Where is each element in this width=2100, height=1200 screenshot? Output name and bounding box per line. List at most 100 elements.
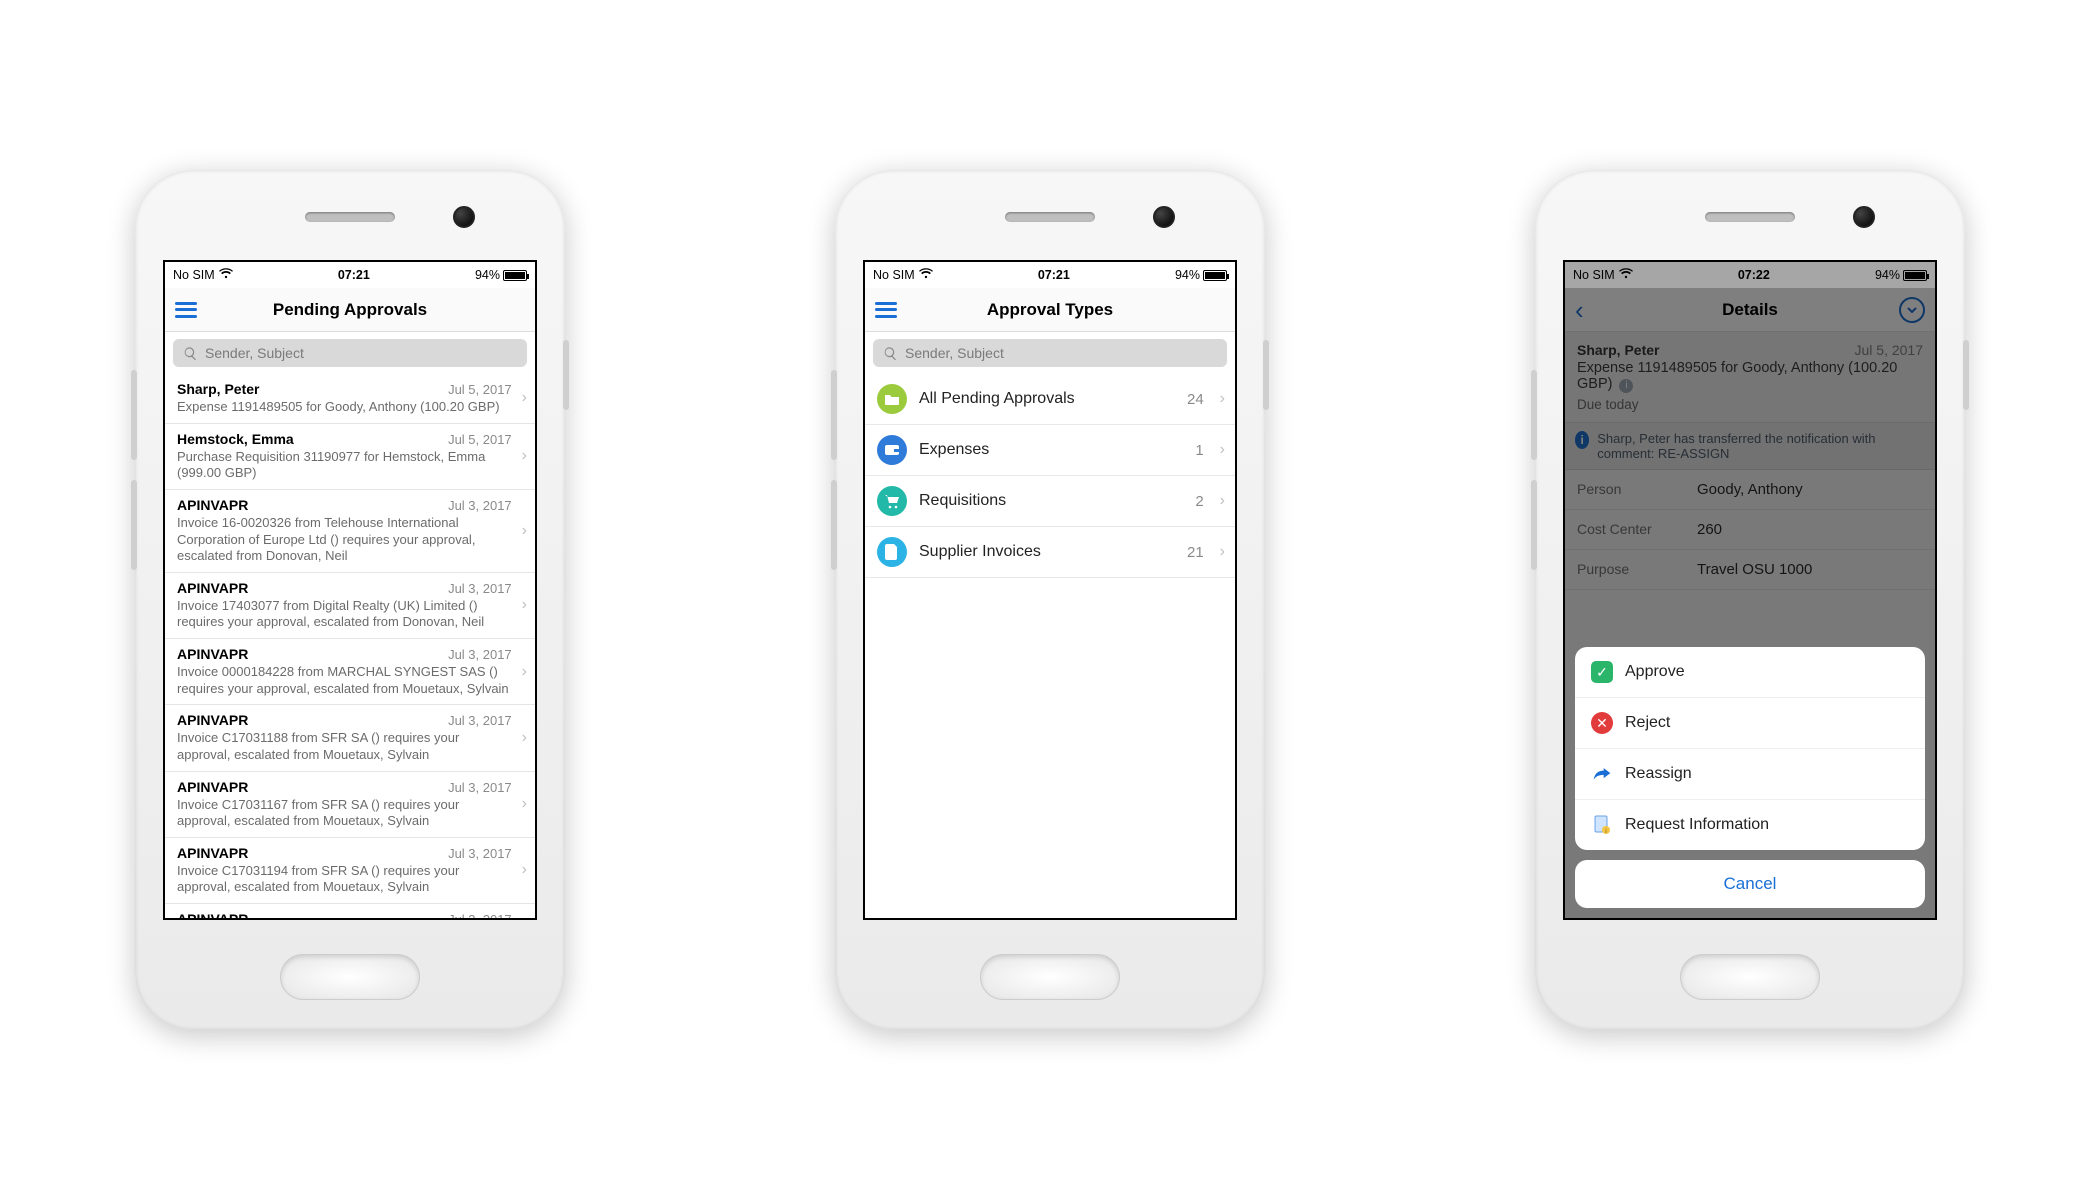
chevron-right-icon: › (520, 447, 527, 465)
status-bar: No SIM 07:21 94% (165, 262, 535, 288)
search-placeholder: Sender, Subject (905, 345, 1004, 361)
row-subject: Invoice 17403077 from Digital Realty (UK… (177, 598, 512, 631)
type-count: 2 (1195, 493, 1203, 510)
navbar: Pending Approvals (165, 288, 535, 332)
row-sender: Hemstock, Emma (177, 431, 294, 447)
cart-icon (877, 486, 907, 516)
row-sender: APINVAPR (177, 779, 248, 795)
navbar: Approval Types (865, 288, 1235, 332)
battery-indicator: 94% (475, 268, 527, 282)
share-arrow-icon (1591, 763, 1613, 785)
approval-row[interactable]: Sharp, Peter Jul 5, 2017 Expense 1191489… (165, 374, 535, 424)
row-date: Jul 3, 2017 (448, 912, 512, 920)
search-placeholder: Sender, Subject (205, 345, 304, 361)
row-sender: APINVAPR (177, 911, 248, 920)
chevron-right-icon: › (520, 663, 527, 681)
approval-row[interactable]: APINVAPR Jul 3, 2017 Invoice 17030377 fr… (165, 904, 535, 920)
row-sender: APINVAPR (177, 712, 248, 728)
page-title: Approval Types (987, 300, 1113, 320)
type-count: 1 (1195, 442, 1203, 459)
row-date: Jul 3, 2017 (448, 498, 512, 513)
chevron-right-icon: › (520, 729, 527, 747)
approval-type-row[interactable]: Supplier Invoices 21 › (865, 527, 1235, 578)
type-label: Supplier Invoices (919, 543, 1175, 561)
row-subject: Expense 1191489505 for Goody, Anthony (1… (177, 399, 512, 416)
type-label: Requisitions (919, 492, 1183, 510)
approval-row[interactable]: APINVAPR Jul 3, 2017 Invoice C17031194 f… (165, 838, 535, 904)
screen-approval-types: No SIM 07:21 94% Approval Types Sender, … (863, 260, 1237, 920)
chevron-right-icon: › (520, 596, 527, 614)
row-subject: Invoice 0000184228 from MARCHAL SYNGEST … (177, 664, 512, 697)
approval-row[interactable]: APINVAPR Jul 3, 2017 Invoice 17403077 fr… (165, 573, 535, 639)
wifi-icon (919, 268, 933, 282)
status-bar: No SIM 07:21 94% (865, 262, 1235, 288)
row-subject: Purchase Requisition 31190977 for Hemsto… (177, 449, 512, 482)
x-icon: ✕ (1591, 712, 1613, 734)
row-date: Jul 3, 2017 (448, 647, 512, 662)
menu-button[interactable] (165, 288, 207, 331)
search-icon (883, 346, 898, 361)
type-count: 21 (1187, 544, 1204, 561)
cancel-button[interactable]: Cancel (1575, 860, 1925, 908)
chevron-right-icon: › (520, 522, 527, 540)
row-subject: Invoice 16-0020326 from Telehouse Intern… (177, 515, 512, 565)
carrier-label: No SIM (173, 268, 215, 282)
row-date: Jul 3, 2017 (448, 846, 512, 861)
status-time: 07:21 (1038, 268, 1070, 282)
row-date: Jul 3, 2017 (448, 713, 512, 728)
search-icon (183, 346, 198, 361)
approval-row[interactable]: Hemstock, Emma Jul 5, 2017 Purchase Requ… (165, 424, 535, 490)
row-subject: Invoice C17031188 from SFR SA () require… (177, 730, 512, 763)
row-sender: APINVAPR (177, 497, 248, 513)
approve-action[interactable]: ✓ Approve (1575, 647, 1925, 698)
wallet-icon (877, 435, 907, 465)
status-time: 07:21 (338, 268, 370, 282)
approval-row[interactable]: APINVAPR Jul 3, 2017 Invoice 16-0020326 … (165, 490, 535, 573)
chevron-right-icon: › (1220, 390, 1225, 408)
type-label: All Pending Approvals (919, 390, 1175, 408)
reject-action[interactable]: ✕ Reject (1575, 698, 1925, 749)
row-sender: APINVAPR (177, 845, 248, 861)
row-date: Jul 3, 2017 (448, 581, 512, 596)
search-input[interactable]: Sender, Subject (173, 339, 527, 367)
chevron-right-icon: › (520, 795, 527, 813)
approval-row[interactable]: APINVAPR Jul 3, 2017 Invoice 0000184228 … (165, 639, 535, 705)
carrier-label: No SIM (873, 268, 915, 282)
hamburger-icon (175, 302, 197, 318)
reassign-action[interactable]: Reassign (1575, 749, 1925, 800)
battery-indicator: 94% (1175, 268, 1227, 282)
svg-text:i: i (1605, 829, 1606, 835)
row-sender: Sharp, Peter (177, 381, 259, 397)
approval-type-row[interactable]: Requisitions 2 › (865, 476, 1235, 527)
row-sender: APINVAPR (177, 580, 248, 596)
row-sender: APINVAPR (177, 646, 248, 662)
row-subject: Invoice C17031167 from SFR SA () require… (177, 797, 512, 830)
document-info-icon: i (1591, 814, 1613, 836)
chevron-right-icon: › (520, 861, 527, 879)
menu-button[interactable] (865, 288, 907, 331)
type-count: 24 (1187, 391, 1204, 408)
approval-type-row[interactable]: All Pending Approvals 24 › (865, 374, 1235, 425)
approval-row[interactable]: APINVAPR Jul 3, 2017 Invoice C17031167 f… (165, 772, 535, 838)
type-label: Expenses (919, 441, 1183, 459)
action-sheet: ✓ Approve ✕ Reject Reassign i (1575, 647, 1925, 908)
screen-details: No SIM 07:22 94% ‹ Details (1563, 260, 1937, 920)
row-date: Jul 3, 2017 (448, 780, 512, 795)
request-info-action[interactable]: i Request Information (1575, 800, 1925, 850)
page-title: Pending Approvals (273, 300, 427, 320)
row-date: Jul 5, 2017 (448, 382, 512, 397)
chevron-right-icon: › (1220, 543, 1225, 561)
folder-icon (877, 384, 907, 414)
approval-type-row[interactable]: Expenses 1 › (865, 425, 1235, 476)
screen-pending-approvals: No SIM 07:21 94% Pending Approvals Sende… (163, 260, 537, 920)
row-subject: Invoice C17031194 from SFR SA () require… (177, 863, 512, 896)
search-input[interactable]: Sender, Subject (873, 339, 1227, 367)
row-date: Jul 5, 2017 (448, 432, 512, 447)
chevron-right-icon: › (520, 389, 527, 407)
wifi-icon (219, 268, 233, 282)
approval-row[interactable]: APINVAPR Jul 3, 2017 Invoice C17031188 f… (165, 705, 535, 771)
chevron-right-icon: › (1220, 441, 1225, 459)
hamburger-icon (875, 302, 897, 318)
chevron-right-icon: › (1220, 492, 1225, 510)
doc-icon (877, 537, 907, 567)
